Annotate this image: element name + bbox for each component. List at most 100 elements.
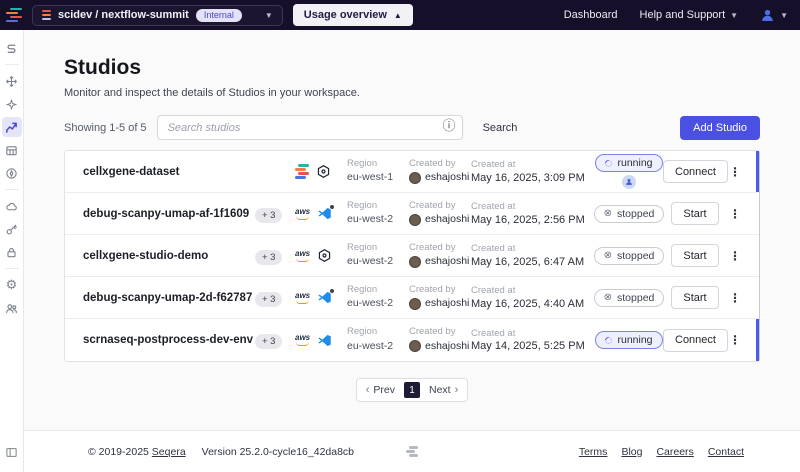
table-row[interactable]: debug-scanpy-umap-2d-f62787 + 3 aws Regi… (65, 277, 759, 319)
creator-avatar (409, 340, 421, 352)
version-text: Version 25.2.0-cycle16_42da8cb (202, 446, 354, 458)
created-at-label: Created at (471, 159, 595, 171)
contact-link[interactable]: Contact (708, 446, 744, 458)
region-label: Region (347, 242, 409, 254)
chevron-left-icon: ‹ (366, 384, 370, 396)
workspace-selector[interactable]: scidev / nextflow-summit Internal ▼ (32, 5, 283, 26)
table-row[interactable]: cellxgene-dataset R (65, 151, 759, 193)
chevron-right-icon: › (455, 384, 459, 396)
start-button[interactable]: Start (671, 244, 718, 267)
results-count: Showing 1-5 of 5 (64, 122, 147, 134)
footer: © 2019-2025 Seqera Version 25.2.0-cycle1… (24, 430, 800, 472)
status-label: running (617, 157, 652, 169)
aws-icon: aws (295, 292, 310, 304)
prev-label: Prev (373, 384, 395, 396)
add-studio-button[interactable]: Add Studio (680, 116, 760, 140)
compass-icon[interactable] (2, 163, 22, 183)
status-badge: running (595, 331, 662, 349)
studio-name[interactable]: cellxgene-studio-demo (83, 250, 255, 262)
studio-name[interactable]: cellxgene-dataset (83, 166, 255, 178)
move-arrows-icon[interactable] (2, 71, 22, 91)
start-button[interactable]: Start (671, 202, 718, 225)
seqera-icon (295, 164, 309, 179)
spinner-icon (604, 335, 614, 345)
workspace-name: scidev / nextflow-summit (58, 9, 189, 21)
vscode-icon (317, 290, 332, 305)
extra-count-badge: + 3 (255, 334, 282, 349)
created-at-label: Created at (471, 201, 595, 213)
prev-page-button[interactable]: ‹ Prev (366, 384, 395, 396)
blog-link[interactable]: Blog (621, 446, 642, 458)
aws-icon: aws (295, 250, 310, 262)
status-label: stopped (617, 250, 654, 262)
members-icon[interactable] (2, 298, 22, 318)
sparkle-icon[interactable] (2, 94, 22, 114)
running-indicator-bar (756, 319, 759, 361)
created-by-value: eshajoshi (425, 254, 469, 269)
datasets-grid-icon[interactable] (2, 140, 22, 160)
vscode-icon (317, 206, 332, 221)
search-input[interactable] (157, 115, 463, 140)
studio-name[interactable]: debug-scanpy-umap-af-1f1609 (83, 208, 255, 220)
table-row[interactable]: cellxgene-studio-demo + 3 aws Region eu-… (65, 235, 759, 277)
help-support-label: Help and Support (640, 9, 726, 21)
seqera-logo-icon[interactable] (6, 8, 22, 23)
studio-name[interactable]: debug-scanpy-umap-2d-f62787 (83, 292, 255, 304)
seqera-link[interactable]: Seqera (152, 446, 186, 458)
vscode-icon (317, 333, 332, 348)
status-label: running (617, 334, 652, 346)
connected-user-icon (622, 175, 636, 189)
page-number-current[interactable]: 1 (404, 382, 420, 398)
user-menu[interactable]: ▼ (760, 8, 788, 23)
search-button[interactable]: Search (473, 118, 528, 138)
careers-link[interactable]: Careers (656, 446, 693, 458)
nav-dashboard[interactable]: Dashboard (564, 9, 618, 21)
usage-overview-button[interactable]: Usage overview ▲ (293, 4, 413, 26)
aws-icon: aws (295, 334, 310, 346)
table-row[interactable]: debug-scanpy-umap-af-1f1609 + 3 aws Regi… (65, 193, 759, 235)
created-by-label: Created by (409, 200, 471, 212)
created-at-value: May 16, 2025, 2:56 PM (471, 214, 595, 226)
cloud-icon[interactable] (2, 196, 22, 216)
creator-avatar (409, 214, 421, 226)
studio-name[interactable]: scrnaseq-postprocess-dev-env (83, 334, 255, 346)
region-label: Region (347, 200, 409, 212)
info-icon[interactable]: ⓘ (443, 119, 456, 132)
workspace-mini-logo-icon (42, 10, 51, 21)
row-menu-kebab-icon[interactable]: ⋮ (727, 208, 741, 220)
table-row[interactable]: scrnaseq-postprocess-dev-env + 3 aws Reg… (65, 319, 759, 361)
status-badge: running (595, 154, 662, 172)
creator-avatar (409, 172, 421, 184)
row-menu-kebab-icon[interactable]: ⋮ (727, 250, 741, 262)
row-menu-kebab-icon[interactable]: ⋮ (727, 166, 741, 178)
created-at-value: May 16, 2025, 3:09 PM (471, 172, 595, 184)
created-by-value: eshajoshi (425, 296, 469, 311)
row-menu-kebab-icon[interactable]: ⋮ (727, 292, 741, 304)
running-indicator-bar (756, 151, 759, 192)
created-by-label: Created by (409, 284, 471, 296)
row-menu-kebab-icon[interactable]: ⋮ (727, 334, 741, 346)
connect-button[interactable]: Connect (663, 329, 728, 352)
main-content: Studios Monitor and inspect the details … (24, 30, 800, 430)
studios-chart-icon[interactable] (2, 117, 22, 137)
seqera-mark-icon[interactable] (2, 38, 22, 58)
region-value: eu-west-2 (347, 339, 409, 354)
stopped-icon: ⊗ (604, 209, 612, 219)
seqera-footer-mark-icon (406, 446, 418, 457)
workspace-visibility-badge: Internal (196, 9, 242, 22)
key-icon[interactable] (2, 219, 22, 239)
collapse-sidebar-icon[interactable] (5, 446, 18, 464)
status-badge: ⊗ stopped (594, 247, 665, 265)
nav-help-support[interactable]: Help and Support ▼ (640, 9, 739, 21)
next-page-button[interactable]: Next › (429, 384, 458, 396)
page-subtitle: Monitor and inspect the details of Studi… (64, 87, 760, 99)
created-by-label: Created by (409, 242, 471, 254)
start-button[interactable]: Start (671, 286, 718, 309)
connect-button[interactable]: Connect (663, 160, 728, 183)
terms-link[interactable]: Terms (579, 446, 608, 458)
region-value: eu-west-2 (347, 254, 409, 269)
gear-icon[interactable]: ⚙ (2, 275, 22, 295)
toolbar: Showing 1-5 of 5 ⓘ Search Add Studio (64, 115, 760, 140)
region-value: eu-west-2 (347, 212, 409, 227)
lock-icon[interactable] (2, 242, 22, 262)
